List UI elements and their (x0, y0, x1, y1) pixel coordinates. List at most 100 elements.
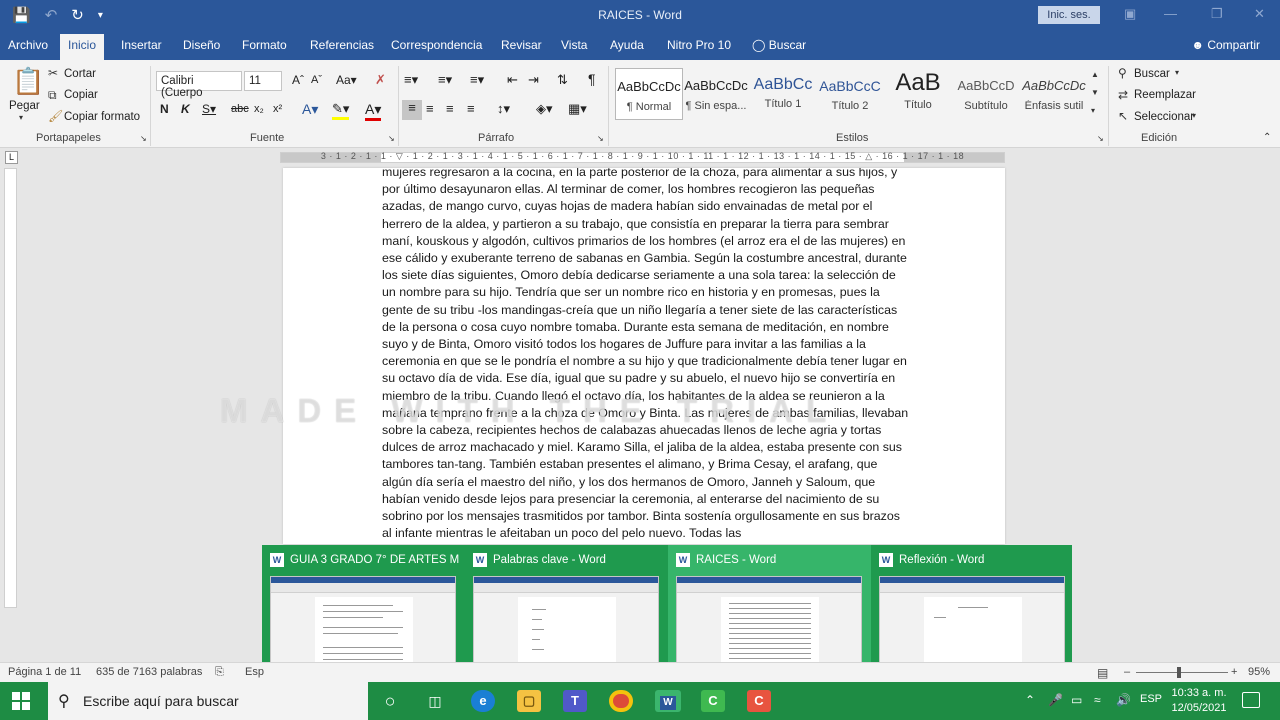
zoom-level[interactable]: 95% (1248, 666, 1270, 678)
zoom-in-icon[interactable]: + (1231, 666, 1237, 678)
shading-icon[interactable]: ◈▾ (536, 101, 553, 117)
style-heading-1[interactable]: AaBbCc Título 1 (749, 68, 817, 120)
tab-vista[interactable]: Vista (561, 38, 587, 52)
teams-icon[interactable]: T (563, 690, 587, 712)
select-dropdown-icon[interactable]: ▾ (1192, 111, 1196, 120)
style-heading-2[interactable]: AaBbCcC Título 2 (816, 68, 884, 120)
microphone-icon[interactable]: 🎤 (1048, 693, 1063, 707)
paragraph-launcher-icon[interactable]: ↘ (597, 134, 604, 143)
copy-button[interactable]: Copiar (64, 89, 98, 101)
tab-archivo[interactable]: Archivo (8, 38, 48, 52)
word-taskbar-icon[interactable]: W (655, 690, 681, 712)
horizontal-ruler[interactable]: 3 · 1 · 2 · 1 · 1 · ▽ · 1 · 2 · 1 · 3 · … (0, 148, 1280, 168)
style-no-spacing[interactable]: AaBbCcDc ¶ Sin espa... (682, 68, 750, 120)
tab-formato[interactable]: Formato (242, 38, 287, 52)
language-indicator[interactable]: Esp (245, 666, 264, 678)
format-painter-button[interactable]: Copiar formato (64, 111, 140, 123)
styles-more-icon[interactable]: ▾ (1091, 106, 1095, 115)
chrome-icon[interactable] (609, 690, 633, 712)
justify-icon[interactable]: ≡ (467, 101, 475, 116)
paste-button[interactable]: Pegar (9, 100, 40, 112)
align-center-icon[interactable]: ≡ (426, 101, 434, 116)
find-dropdown-icon[interactable]: ▾ (1175, 68, 1179, 77)
tab-diseno[interactable]: Diseño (183, 38, 220, 52)
minimize-icon[interactable]: — (1164, 6, 1177, 21)
paste-icon[interactable]: 📋 (12, 66, 44, 97)
underline-icon[interactable]: S▾ (202, 102, 216, 116)
tab-inicio[interactable]: Inicio (60, 34, 105, 60)
document-page[interactable]: mujeres regresaron a la cocina, en la pa… (283, 168, 1005, 544)
bullets-icon[interactable]: ≡▾ (404, 72, 418, 88)
signin-button[interactable]: Inic. ses. (1038, 6, 1100, 24)
tab-correspondencia[interactable]: Correspondencia (391, 38, 482, 52)
tray-expand-icon[interactable]: ⌃ (1025, 693, 1035, 707)
increase-indent-icon[interactable]: ⇥ (528, 72, 539, 88)
cortana-icon[interactable]: ○ (378, 690, 402, 712)
styles-scroll-down-icon[interactable]: ▼ (1091, 88, 1099, 97)
tab-selector[interactable]: L (5, 151, 18, 164)
font-size-combo[interactable]: 11 (244, 71, 282, 91)
style-normal[interactable]: AaBbCcDc ¶ Normal (615, 68, 683, 120)
sort-icon[interactable]: ⇅ (557, 72, 568, 88)
align-right-icon[interactable]: ≡ (446, 101, 454, 116)
zoom-out-icon[interactable]: – (1124, 666, 1130, 678)
wifi-icon[interactable]: ≈ (1094, 693, 1101, 707)
decrease-indent-icon[interactable]: ⇤ (507, 72, 518, 88)
camtasia-green-icon[interactable]: C (701, 690, 725, 712)
document-body-text[interactable]: mujeres regresaron a la cocina, en la pa… (382, 168, 910, 542)
edge-icon[interactable]: e (471, 690, 495, 712)
text-effects-icon[interactable]: A▾ (302, 101, 318, 118)
share-button[interactable]: ☻ Compartir (1191, 38, 1260, 52)
paste-dropdown-icon[interactable]: ▾ (19, 113, 23, 122)
numbering-icon[interactable]: ≡▾ (438, 72, 452, 88)
notifications-icon[interactable] (1242, 692, 1260, 708)
vertical-ruler[interactable]: L (4, 151, 18, 608)
font-launcher-icon[interactable]: ↘ (388, 134, 395, 143)
strikethrough-icon[interactable]: abc (231, 103, 249, 115)
select-button[interactable]: Seleccionar (1134, 111, 1194, 123)
style-subtle-emphasis[interactable]: AaBbCcDc Énfasis sutil (1020, 68, 1088, 120)
styles-scroll-up-icon[interactable]: ▲ (1091, 70, 1099, 79)
volume-icon[interactable]: 🔊 (1116, 693, 1131, 707)
page-count[interactable]: Página 1 de 11 (8, 666, 81, 678)
camtasia-red-icon[interactable]: C (747, 690, 771, 712)
shrink-font-icon[interactable]: Aˇ (311, 74, 322, 86)
collapse-ribbon-icon[interactable]: ⌃ (1263, 132, 1271, 143)
font-color-icon[interactable]: A▾ (365, 101, 382, 121)
zoom-slider-thumb[interactable] (1177, 667, 1181, 678)
change-case-icon[interactable]: Aa▾ (336, 73, 357, 87)
superscript-icon[interactable]: x² (273, 103, 282, 115)
tell-me-search[interactable]: ◯ Buscar (752, 38, 806, 52)
style-title[interactable]: AaB Título (884, 68, 952, 120)
borders-icon[interactable]: ▦▾ (568, 101, 587, 117)
battery-icon[interactable]: ▭ (1071, 693, 1082, 707)
task-view-icon[interactable]: ◫ (423, 690, 447, 712)
clear-format-icon[interactable]: ✗ (375, 72, 386, 88)
styles-launcher-icon[interactable]: ↘ (1097, 134, 1104, 143)
tab-nitro[interactable]: Nitro Pro 10 (667, 38, 731, 52)
tab-ayuda[interactable]: Ayuda (610, 38, 644, 52)
cut-button[interactable]: Cortar (64, 68, 96, 80)
taskbar-search-box[interactable]: ⚲ Escribe aquí para buscar (48, 682, 368, 720)
tab-referencias[interactable]: Referencias (310, 38, 374, 52)
proofing-icon[interactable]: ⎘ (215, 666, 224, 679)
style-subtitle[interactable]: AaBbCcD Subtítulo (952, 68, 1020, 120)
maximize-icon[interactable]: ❐ (1211, 6, 1223, 22)
italic-icon[interactable]: K (181, 102, 190, 116)
taskbar-clock[interactable]: 10:33 a. m. 12/05/2021 (1166, 686, 1232, 716)
line-spacing-icon[interactable]: ↕▾ (497, 101, 510, 117)
grow-font-icon[interactable]: Aˆ (292, 73, 304, 87)
multilevel-list-icon[interactable]: ≡▾ (470, 72, 484, 88)
replace-button[interactable]: Reemplazar (1134, 89, 1196, 101)
align-left-icon[interactable]: ≡ (402, 100, 422, 120)
file-explorer-icon[interactable]: ▢ (517, 690, 541, 712)
show-marks-icon[interactable]: ¶ (588, 71, 596, 87)
tab-insertar[interactable]: Insertar (121, 38, 162, 52)
word-count[interactable]: 635 de 7163 palabras (96, 666, 202, 678)
zoom-slider-track[interactable] (1136, 672, 1228, 673)
bold-icon[interactable]: N (160, 102, 169, 116)
tab-revisar[interactable]: Revisar (501, 38, 542, 52)
font-family-combo[interactable]: Calibri (Cuerpo (156, 71, 242, 99)
find-button[interactable]: Buscar (1134, 68, 1170, 80)
windows-start-icon[interactable] (12, 692, 30, 710)
